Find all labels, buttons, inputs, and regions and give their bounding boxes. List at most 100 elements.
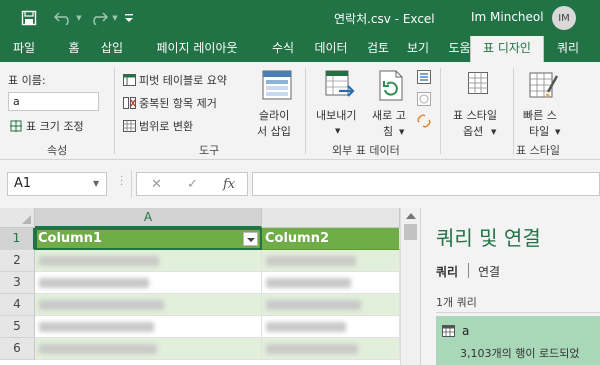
tab-table-design[interactable]: 표 디자인 xyxy=(470,36,544,62)
export-icon xyxy=(325,70,355,103)
export-button[interactable]: 내보내기 ▼ xyxy=(313,68,367,140)
properties-button[interactable] xyxy=(417,70,433,84)
remove-duplicates-label: 중복된 항목 제거 xyxy=(139,97,217,110)
quick-styles-button[interactable]: 빠른 스 타일 ▼ xyxy=(519,68,571,140)
row-header[interactable]: 3 xyxy=(0,272,35,294)
select-all-button[interactable] xyxy=(0,208,35,228)
insert-function-icon[interactable]: fx xyxy=(223,177,235,192)
refresh-button[interactable]: 새로 고 침 ▼ xyxy=(369,68,413,140)
tab-queries[interactable]: 쿼리 xyxy=(436,263,458,280)
row-header[interactable]: 1 xyxy=(0,228,35,250)
scroll-up-icon[interactable] xyxy=(406,213,416,219)
remove-duplicates-button[interactable]: 중복된 항목 제거 xyxy=(123,95,217,111)
pivot-summary-button[interactable]: 피벗 테이블로 요약 xyxy=(123,72,227,88)
group-label-table-styles: 표 스타일 xyxy=(516,144,560,157)
row-header[interactable]: 2 xyxy=(0,250,35,272)
tab-review[interactable]: 검토 xyxy=(363,36,393,62)
group-separator xyxy=(440,68,441,154)
table-cell[interactable] xyxy=(262,272,400,294)
scroll-thumb[interactable] xyxy=(404,224,417,240)
group-label-properties: 속성 xyxy=(47,144,68,157)
user-name[interactable]: Im Mincheol xyxy=(471,10,544,24)
column-header-b[interactable] xyxy=(262,208,400,228)
row-header[interactable]: 4 xyxy=(0,294,35,316)
queries-connections-pane: 쿼리 및 연결 쿼리 연결 1개 쿼리 a 3,103개의 행이 로드되었 xyxy=(420,208,600,365)
table-cell[interactable] xyxy=(35,250,262,272)
column-header-a[interactable]: A xyxy=(35,208,262,228)
export-label: 내보내기 xyxy=(316,109,357,122)
redo-icon[interactable] xyxy=(88,8,110,28)
pivot-summary-label: 피벗 테이블로 요약 xyxy=(139,74,227,87)
row-header[interactable]: 5 xyxy=(0,316,35,338)
worksheet-grid[interactable]: A 1 2 3 4 5 6 Column1 Column2 xyxy=(0,208,420,365)
unlink-button[interactable] xyxy=(417,114,433,128)
table-header-cell[interactable]: Column1 xyxy=(35,228,262,250)
formula-bar-grip-icon[interactable]: · · · xyxy=(120,173,123,191)
enter-icon[interactable]: ✓ xyxy=(187,177,198,192)
row-header[interactable]: 6 xyxy=(0,338,35,360)
formula-input[interactable] xyxy=(252,172,600,196)
resize-table-label: 표 크기 조정 xyxy=(26,120,84,133)
open-in-browser-button[interactable] xyxy=(417,92,433,106)
tab-formulas[interactable]: 수식 xyxy=(268,36,298,62)
resize-table-icon xyxy=(10,120,23,132)
resize-table-button[interactable]: 표 크기 조정 xyxy=(10,118,84,134)
undo-dropdown-icon[interactable]: ▼ xyxy=(75,8,83,28)
quick-styles-icon xyxy=(529,70,559,103)
formula-bar: A1 ▼ · · · ✕ ✓ fx xyxy=(0,160,600,208)
tab-insert[interactable]: 삽입 xyxy=(97,36,127,62)
slicer-label-1: 슬라이 xyxy=(259,109,290,122)
redacted-text xyxy=(266,322,346,332)
table-icon xyxy=(442,325,455,340)
query-item[interactable]: a 3,103개의 행이 로드되었 xyxy=(436,316,600,365)
quick-styles-label-1: 빠른 스 xyxy=(523,109,557,122)
tab-data[interactable]: 데이터 xyxy=(309,36,353,62)
convert-to-range-button[interactable]: 범위로 변환 xyxy=(123,118,193,134)
customize-toolbar-icon[interactable] xyxy=(124,8,134,28)
table-cell[interactable] xyxy=(262,316,400,338)
redacted-text xyxy=(266,344,358,354)
tab-home[interactable]: 홈 xyxy=(62,36,86,62)
tab-query[interactable]: 쿼리 xyxy=(551,36,585,62)
remove-duplicates-icon xyxy=(123,97,136,109)
filter-dropdown-icon[interactable] xyxy=(243,232,258,246)
undo-icon[interactable] xyxy=(52,8,74,28)
table-style-options-button[interactable]: 표 스타일 옵션 ▼ xyxy=(447,68,509,140)
table-cell[interactable] xyxy=(35,272,262,294)
quick-styles-label-2: 타일 xyxy=(529,125,550,138)
avatar[interactable]: IM xyxy=(552,6,576,30)
name-box-dropdown-icon[interactable]: ▼ xyxy=(93,179,99,188)
refresh-label-1: 새로 고 xyxy=(372,109,406,122)
tab-view[interactable]: 보기 xyxy=(403,36,433,62)
redacted-text xyxy=(266,256,356,266)
table-cell[interactable] xyxy=(262,338,400,360)
tab-page-layout[interactable]: 페이지 레이아웃 xyxy=(137,36,257,62)
convert-to-range-icon xyxy=(123,120,136,132)
title-bar: ▼ ▼ 연락처.csv - Excel Im Mincheol IM xyxy=(0,0,600,36)
pane-title: 쿼리 및 연결 xyxy=(436,226,541,250)
tab-file[interactable]: 파일 xyxy=(7,36,41,62)
table-cell[interactable] xyxy=(262,294,400,316)
table-cell[interactable] xyxy=(262,250,400,272)
formula-bar-separator xyxy=(131,170,132,198)
table-cell[interactable] xyxy=(35,294,262,316)
redacted-text xyxy=(39,256,159,266)
table-name-input[interactable] xyxy=(8,92,99,111)
group-separator xyxy=(114,68,115,154)
slicer-icon xyxy=(262,70,292,103)
redo-dropdown-icon[interactable]: ▼ xyxy=(111,8,119,28)
table-header-cell[interactable]: Column2 xyxy=(262,228,400,250)
insert-slicer-button[interactable]: 슬라이 서 삽입 xyxy=(255,68,299,140)
save-icon[interactable] xyxy=(20,8,38,28)
table-cell[interactable] xyxy=(35,338,262,360)
vertical-scrollbar[interactable] xyxy=(400,208,420,365)
cancel-icon[interactable]: ✕ xyxy=(151,177,162,192)
query-status: 3,103개의 행이 로드되었 xyxy=(460,347,580,360)
column2-header-label: Column2 xyxy=(265,231,330,246)
redacted-text xyxy=(39,344,157,354)
table-cell[interactable] xyxy=(35,316,262,338)
tab-connections[interactable]: 연결 xyxy=(478,263,500,280)
redacted-text xyxy=(39,278,149,288)
style-options-dropdown-icon: ▼ xyxy=(491,128,497,136)
name-box[interactable]: A1 xyxy=(7,172,107,196)
